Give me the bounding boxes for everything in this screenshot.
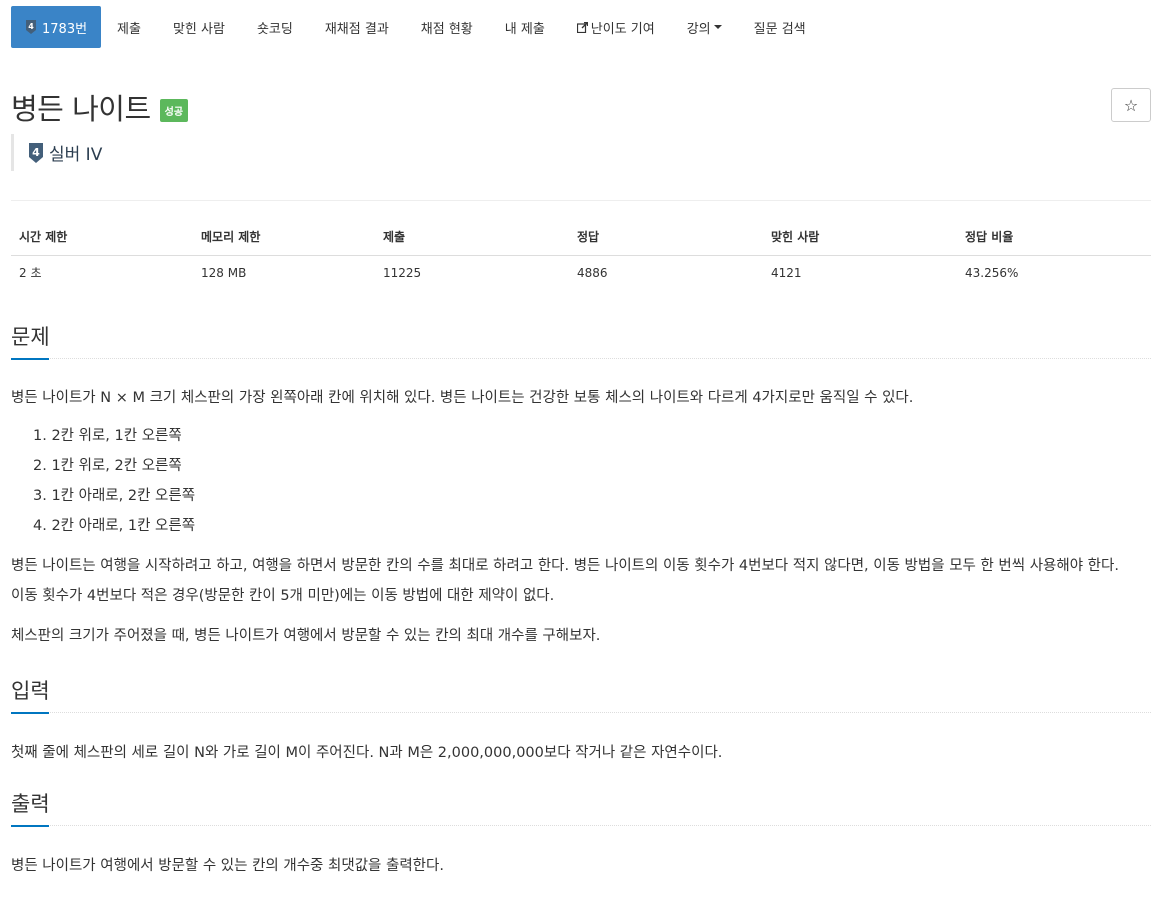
problem-title: 병든 나이트 <box>11 92 151 126</box>
value-time-limit: 2 초 <box>19 266 42 281</box>
value-solved-users: 4121 <box>771 265 802 280</box>
header-memory-limit: 메모리 제한 <box>193 219 375 256</box>
divider <box>11 200 1151 201</box>
output-section: 출력 병든 나이트가 여행에서 방문할 수 있는 칸의 개수중 최댓값을 출력한… <box>11 789 1151 881</box>
nav-difficulty-label: 난이도 기여 <box>590 21 655 37</box>
nav-short-coding[interactable]: 숏코딩 <box>241 6 309 48</box>
nav-question-search[interactable]: 질문 검색 <box>738 6 822 48</box>
output-header: 출력 <box>11 789 1151 827</box>
result-badge: 성공 <box>159 98 189 122</box>
problem-nav: 4 1783번 제출 맞힌 사람 숏코딩 재채점 결과 채점 현황 내 제출 난… <box>11 6 822 48</box>
input-text: 첫째 줄에 체스판의 세로 길이 N와 가로 길이 M이 주어진다. N과 M은… <box>11 745 723 761</box>
star-button[interactable]: ☆ <box>1111 88 1151 122</box>
description-paragraph-2a: 병든 나이트는 여행을 시작하려고 하고, 여행을 하면서 방문한 칸의 수를 … <box>11 558 1119 574</box>
moves-list: 1. 2칸 위로, 1칸 오른쪽 2. 1칸 위로, 2칸 오른쪽 3. 1칸 … <box>11 421 1151 541</box>
value-memory-limit: 128 MB <box>201 265 247 280</box>
table-row: 2 초 128 MB 11225 4886 4121 43.256% <box>11 255 1151 290</box>
nav-my-submissions[interactable]: 내 제출 <box>489 6 561 48</box>
svg-text:4: 4 <box>28 22 34 31</box>
description-intro: 병든 나이트가 N × M 크기 체스판의 가장 왼쪽아래 칸에 위치해 있다.… <box>11 390 914 406</box>
tier-label: 실버 IV <box>49 145 103 165</box>
silver-tier-icon: 4 <box>25 20 37 34</box>
nav-status[interactable]: 채점 현황 <box>405 6 489 48</box>
silver-tier-badge-icon: 4 <box>28 142 44 163</box>
nav-lecture-label: 강의 <box>686 21 711 37</box>
input-section: 입력 첫째 줄에 체스판의 세로 길이 N와 가로 길이 M이 주어진다. N과… <box>11 676 1151 768</box>
description-section: 문제 병든 나이트가 N × M 크기 체스판의 가장 왼쪽아래 칸에 위치해 … <box>11 322 1151 651</box>
star-icon: ☆ <box>1123 95 1139 115</box>
nav-submit[interactable]: 제출 <box>101 6 157 48</box>
title-row: 병든 나이트 성공 <box>11 86 189 128</box>
heading-underline <box>11 358 49 360</box>
nav-lecture-dropdown[interactable]: 강의 <box>671 6 738 48</box>
list-item: 2. 1칸 위로, 2칸 오른쪽 <box>33 458 182 474</box>
list-item: 4. 2칸 아래로, 1칸 오른쪽 <box>33 518 196 534</box>
table-header-row: 시간 제한 메모리 제한 제출 정답 맞힌 사람 정답 비율 <box>11 219 1151 256</box>
input-heading: 입력 <box>11 679 50 703</box>
value-accepted: 4886 <box>577 265 608 280</box>
heading-underline <box>11 712 49 714</box>
list-item: 3. 1칸 아래로, 2칸 오른쪽 <box>33 488 196 504</box>
header-time-limit: 시간 제한 <box>11 219 193 256</box>
list-item: 1. 2칸 위로, 1칸 오른쪽 <box>33 428 182 444</box>
nav-difficulty-contribution[interactable]: 난이도 기여 <box>561 6 671 48</box>
output-text: 병든 나이트가 여행에서 방문할 수 있는 칸의 개수중 최댓값을 출력한다. <box>11 858 444 874</box>
description-paragraph-2b: 이동 횟수가 4번보다 적은 경우(방문한 칸이 5개 미만)에는 이동 방법에… <box>11 588 555 604</box>
description-header: 문제 <box>11 322 1151 360</box>
output-heading: 출력 <box>11 792 50 816</box>
header-submissions: 제출 <box>375 219 569 256</box>
problem-info-table: 시간 제한 메모리 제한 제출 정답 맞힌 사람 정답 비율 2 초 128 M… <box>11 219 1151 290</box>
input-header: 입력 <box>11 676 1151 714</box>
header-accept-ratio: 정답 비율 <box>957 219 1151 256</box>
header-accepted: 정답 <box>569 219 763 256</box>
tier-number: 4 <box>32 146 40 159</box>
nav-problem-label: 1783번 <box>42 21 88 37</box>
description-paragraph-3: 체스판의 크기가 주어졌을 때, 병든 나이트가 여행에서 방문할 수 있는 칸… <box>11 628 601 644</box>
nav-rejudge-result[interactable]: 재채점 결과 <box>309 6 405 48</box>
heading-underline <box>11 825 49 827</box>
nav-solved-users[interactable]: 맞힌 사람 <box>157 6 241 48</box>
value-submissions: 11225 <box>383 265 422 280</box>
tier-info: 4 실버 IV <box>11 134 102 171</box>
description-heading: 문제 <box>11 325 50 349</box>
value-accept-ratio: 43.256% <box>965 265 1019 280</box>
external-link-icon <box>576 21 588 33</box>
nav-problem-tab[interactable]: 4 1783번 <box>11 6 102 48</box>
caret-down-icon <box>713 25 722 29</box>
header-solved-users: 맞힌 사람 <box>763 219 957 256</box>
